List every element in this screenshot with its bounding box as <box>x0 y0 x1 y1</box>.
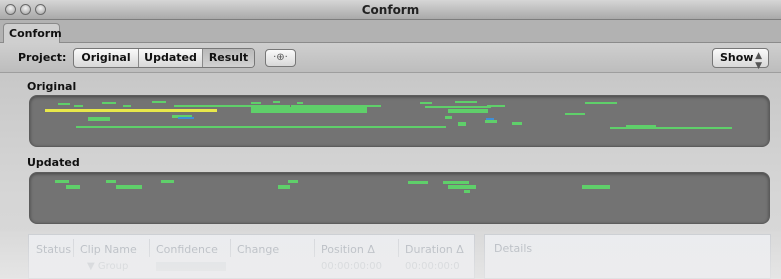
row-duration-delta: 00:00:00:0 <box>405 261 460 272</box>
updated-timeline[interactable] <box>29 172 770 224</box>
conform-panel: Project: Original Updated Result ·⊕· Sho… <box>0 43 781 279</box>
column-status[interactable]: Status <box>36 243 71 256</box>
toolbar: Project: Original Updated Result ·⊕· Sho… <box>0 43 781 73</box>
window-title: Conform <box>361 3 420 17</box>
column-divider <box>314 239 315 257</box>
row-position-delta: 00:00:00:00 <box>321 261 383 272</box>
show-popup-button[interactable]: Show ▲ ▼ <box>712 48 769 71</box>
column-divider <box>73 239 74 257</box>
column-clip-name[interactable]: Clip Name <box>80 243 137 256</box>
column-confidence[interactable]: Confidence <box>156 243 218 256</box>
column-position-delta[interactable]: Position Δ <box>321 243 375 256</box>
details-label: Details <box>494 242 533 255</box>
updated-section-label: Updated <box>27 156 80 169</box>
column-divider <box>230 239 231 257</box>
tab-strip: Conform <box>0 20 781 44</box>
title-bar: Conform <box>0 0 781 20</box>
confidence-bar <box>156 262 226 271</box>
segment-updated[interactable]: Updated <box>139 49 203 67</box>
details-panel: Details <box>484 234 771 279</box>
conform-results-area: Status Clip Name Confidence Change Posit… <box>0 231 781 279</box>
original-timeline[interactable] <box>29 95 770 147</box>
original-clips <box>45 101 732 129</box>
show-label: Show <box>720 51 754 64</box>
popup-arrows-icon: ▲ ▼ <box>755 51 762 71</box>
column-divider <box>149 239 150 257</box>
tab-conform[interactable]: Conform <box>3 23 62 44</box>
segment-original[interactable]: Original <box>74 49 139 67</box>
zoom-button[interactable]: ·⊕· <box>265 49 296 67</box>
column-divider <box>398 239 399 257</box>
column-change[interactable]: Change <box>237 243 279 256</box>
original-section-label: Original <box>27 80 77 93</box>
project-segmented-control: Original Updated Result <box>73 48 255 68</box>
updated-clips <box>55 180 610 193</box>
column-duration-delta[interactable]: Duration Δ <box>405 243 464 256</box>
results-table[interactable]: Status Clip Name Confidence Change Posit… <box>28 234 475 279</box>
segment-result[interactable]: Result <box>203 49 254 67</box>
zoom-icon: ·⊕· <box>273 52 288 63</box>
row-clip-name[interactable]: ▼ Group <box>87 261 128 272</box>
project-label: Project: <box>18 51 67 64</box>
